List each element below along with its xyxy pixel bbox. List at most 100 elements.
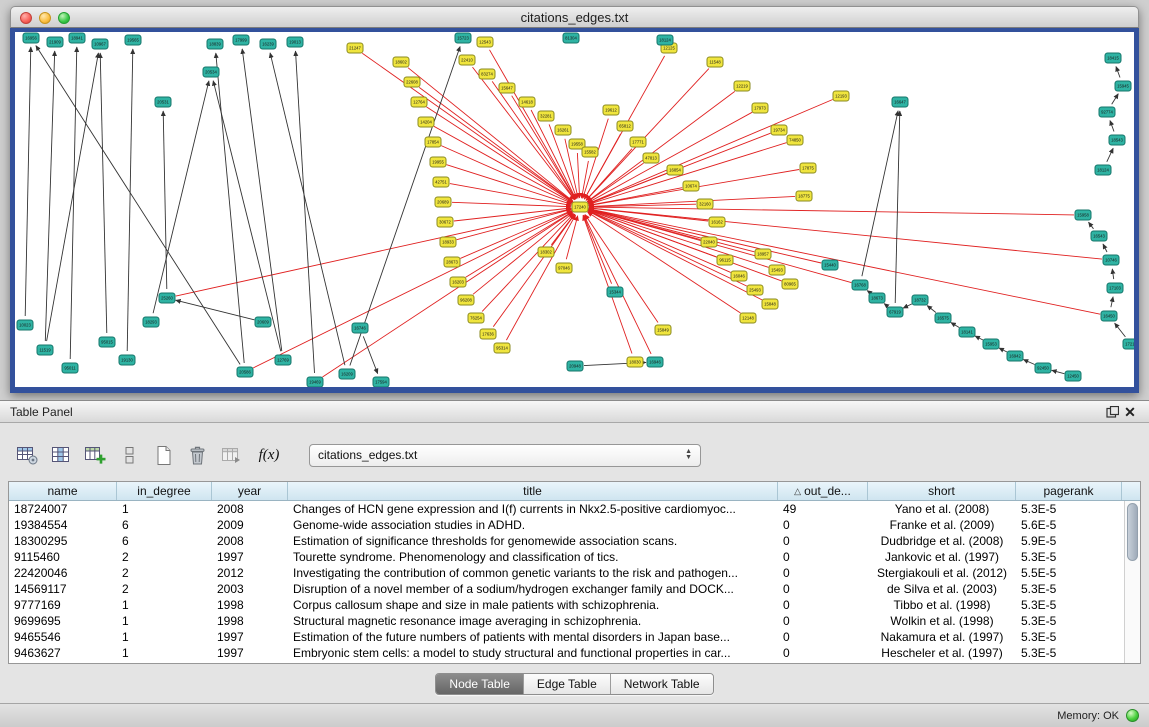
graph-node[interactable]: 95314: [494, 343, 510, 353]
table-row[interactable]: 946554611997Estimation of the future num…: [9, 629, 1140, 645]
graph-node[interactable]: 18030: [627, 357, 643, 367]
table-row[interactable]: 1456911722003Disruption of a novel membe…: [9, 581, 1140, 597]
graph-node[interactable]: 16162: [709, 217, 725, 227]
graph-node[interactable]: 12148: [740, 313, 756, 323]
graph-node[interactable]: 42751: [433, 177, 449, 187]
function-builder-button[interactable]: f(x): [252, 442, 286, 469]
table-row[interactable]: 1938455462009Genome-wide association stu…: [9, 517, 1140, 533]
graph-node[interactable]: 19734: [771, 125, 787, 135]
graph-node[interactable]: 18673: [869, 293, 885, 303]
graph-node[interactable]: 15958: [1075, 210, 1091, 220]
graph-node[interactable]: 16854: [667, 165, 683, 175]
graph-node[interactable]: 18775: [796, 191, 812, 201]
graph-node[interactable]: 15723: [455, 33, 471, 43]
graph-node[interactable]: 16746: [352, 323, 368, 333]
graph-node[interactable]: 18957: [755, 249, 771, 259]
graph-node[interactable]: 16261: [555, 125, 571, 135]
graph-node[interactable]: 16768: [852, 280, 868, 290]
graph-node[interactable]: 12193: [833, 91, 849, 101]
tab-edge-table[interactable]: Edge Table: [524, 674, 611, 694]
graph-node[interactable]: 16946: [647, 357, 663, 367]
graph-node[interactable]: 65812: [617, 121, 633, 131]
graph-node[interactable]: 17854: [425, 137, 441, 147]
graph-node[interactable]: 19955: [430, 157, 446, 167]
graph-node[interactable]: 10674: [683, 181, 699, 191]
import-table-button[interactable]: [218, 442, 245, 469]
graph-node[interactable]: 18543: [1109, 135, 1125, 145]
graph-node[interactable]: 17636: [480, 329, 496, 339]
graph-node[interactable]: 20948: [567, 361, 583, 371]
graph-node[interactable]: 92450: [1035, 363, 1051, 373]
graph-node[interactable]: 19565: [125, 35, 141, 45]
graph-node[interactable]: 10023: [17, 320, 33, 330]
graph-node[interactable]: 16209: [339, 369, 355, 379]
graph-node[interactable]: 16203: [450, 277, 466, 287]
graph-node[interactable]: 20531: [155, 97, 171, 107]
graph-node[interactable]: 18124: [1095, 165, 1111, 175]
graph-node[interactable]: 28673: [444, 257, 460, 267]
graph-node[interactable]: 18293: [143, 317, 159, 327]
network-graph-svg[interactable]: 2124718602226081276414204178541995542751…: [15, 32, 1134, 387]
graph-node[interactable]: 30672: [437, 217, 453, 227]
graph-node[interactable]: 25260: [159, 293, 175, 303]
table-row[interactable]: 946362711997Embryonic stem cells: a mode…: [9, 645, 1140, 661]
graph-node[interactable]: 15953: [983, 339, 999, 349]
table-scrollbar-thumb[interactable]: [1127, 503, 1138, 561]
graph-node[interactable]: 80965: [782, 279, 798, 289]
graph-node[interactable]: 25493: [747, 285, 763, 295]
graph-node[interactable]: 17973: [752, 103, 768, 113]
graph-node[interactable]: 12764: [411, 97, 427, 107]
graph-node[interactable]: 18124: [657, 35, 673, 45]
graph-node[interactable]: 32160: [697, 199, 713, 209]
graph-node[interactable]: 17594: [373, 377, 389, 387]
graph-node[interactable]: 20609: [255, 317, 271, 327]
graph-node[interactable]: 18141: [959, 327, 975, 337]
table-row[interactable]: 977716911998Corpus callosum shape and si…: [9, 597, 1140, 613]
close-panel-button[interactable]: ✕: [1121, 403, 1139, 421]
minimize-button[interactable]: [39, 12, 51, 24]
row-height-button[interactable]: [116, 442, 143, 469]
column-header-name[interactable]: name: [9, 482, 117, 500]
graph-node[interactable]: 15848: [762, 299, 778, 309]
table-row[interactable]: 1830029562008Estimation of significance …: [9, 533, 1140, 549]
column-header-out_de[interactable]: △out_de...: [778, 482, 868, 500]
graph-node[interactable]: 21909: [47, 37, 63, 47]
graph-node[interactable]: 12543: [477, 37, 493, 47]
graph-node[interactable]: 17999: [233, 35, 249, 45]
table-selector-dropdown[interactable]: citations_edges.txt ▲▼: [309, 444, 701, 467]
graph-node[interactable]: 83274: [479, 69, 495, 79]
graph-node[interactable]: 97046: [556, 263, 572, 273]
graph-node[interactable]: 15344: [607, 287, 623, 297]
table-row[interactable]: 969969511998Structural magnetic resonanc…: [9, 613, 1140, 629]
graph-node[interactable]: 10746: [1103, 255, 1119, 265]
graph-node[interactable]: 12219: [734, 81, 750, 91]
graph-node[interactable]: 18839: [207, 39, 223, 49]
graph-node[interactable]: 95015: [99, 337, 115, 347]
graph-node[interactable]: 15493: [769, 265, 785, 275]
graph-node[interactable]: 14204: [418, 117, 434, 127]
graph-node[interactable]: 67919: [887, 307, 903, 317]
graph-node[interactable]: 18602: [393, 57, 409, 67]
graph-node[interactable]: 95011: [62, 363, 78, 373]
create-column-button[interactable]: [82, 442, 109, 469]
graph-node[interactable]: 16956: [23, 33, 39, 43]
graph-node[interactable]: 20586: [237, 367, 253, 377]
graph-node[interactable]: 20689: [435, 197, 451, 207]
graph-node[interactable]: 18732: [912, 295, 928, 305]
graph-node[interactable]: 16543: [1091, 231, 1107, 241]
graph-node[interactable]: 32281: [538, 111, 554, 121]
graph-node[interactable]: 17875: [800, 163, 816, 173]
table-mode-button[interactable]: [14, 442, 41, 469]
column-header-pagerank[interactable]: pagerank: [1016, 482, 1122, 500]
tab-node-table[interactable]: Node Table: [436, 674, 524, 694]
graph-node[interactable]: 16239: [260, 39, 276, 49]
zoom-button[interactable]: [58, 12, 70, 24]
graph-node[interactable]: 11548: [707, 57, 723, 67]
table-row[interactable]: 2242004622012Investigating the contribut…: [9, 565, 1140, 581]
graph-node[interactable]: 20534: [203, 67, 219, 77]
column-header-title[interactable]: title: [288, 482, 778, 500]
graph-node[interactable]: 96115: [717, 255, 733, 265]
graph-node[interactable]: 10967: [92, 39, 108, 49]
graph-node[interactable]: 18933: [440, 237, 456, 247]
graph-node[interactable]: 22040: [701, 237, 717, 247]
